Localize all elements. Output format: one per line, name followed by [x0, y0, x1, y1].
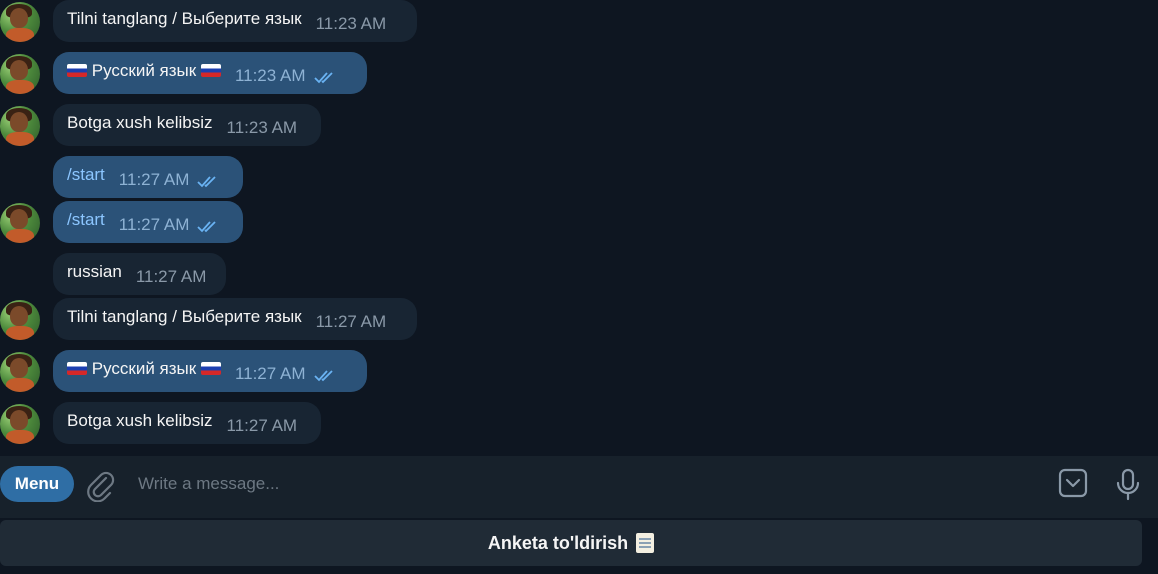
message-time: 11:27 AM — [315, 312, 387, 331]
message-time: 11:23 AM — [315, 14, 387, 33]
double-check-icon — [197, 176, 217, 188]
bot-avatar[interactable] — [0, 404, 40, 444]
bot-avatar[interactable] — [0, 2, 40, 42]
message-time: 11:23 AM — [226, 118, 298, 137]
russian-flag-icon — [200, 362, 221, 375]
russian-flag-icon — [67, 362, 87, 375]
message-time: 11:27 AM — [226, 416, 298, 435]
message-text: Botga xush kelibsiz — [67, 113, 213, 132]
russian-flag-icon — [67, 64, 87, 77]
message-bubble[interactable]: Botga xush kelibsiz 11:23 AM — [53, 104, 321, 146]
message-bubble[interactable]: Русский язык 11:23 AM — [53, 52, 367, 94]
russian-flag-icon — [200, 64, 221, 77]
bot-avatar[interactable] — [0, 300, 40, 340]
message-bubble[interactable]: /start 11:27 AM — [53, 156, 243, 198]
bot-command-link[interactable]: /start — [67, 165, 105, 185]
message-bubble[interactable]: Tilni tanglang / Выберите язык 11:27 AM — [53, 298, 417, 340]
message-input[interactable] — [136, 468, 1040, 500]
message-time: 11:27 AM — [118, 215, 190, 234]
user-avatar[interactable] — [0, 54, 40, 94]
message-bubble[interactable]: Русский язык 11:27 AM — [53, 350, 367, 392]
keyboard-button-anketa[interactable]: Anketa to'ldirish — [0, 520, 1142, 566]
keyboard-button-label: Anketa to'ldirish — [487, 532, 629, 553]
message-time: 11:27 AM — [135, 267, 207, 286]
message-time: 11:23 AM — [234, 66, 306, 85]
message-text: Botga xush kelibsiz — [67, 411, 213, 430]
message-bubble[interactable]: Tilni tanglang / Выберите язык 11:23 AM — [53, 0, 417, 42]
bot-reply-keyboard: Anketa to'ldirish — [0, 518, 1158, 574]
double-check-icon — [313, 72, 333, 84]
message-text: Русский язык — [67, 61, 221, 81]
message-text: Русский язык — [67, 359, 221, 379]
microphone-icon[interactable] — [1114, 468, 1142, 502]
double-check-icon — [197, 221, 217, 233]
message-text: russian — [67, 262, 122, 281]
bot-avatar[interactable] — [0, 106, 40, 146]
keyboard-toggle-icon[interactable] — [1058, 468, 1090, 498]
memo-emoji-icon — [636, 533, 655, 553]
menu-button[interactable]: Menu — [0, 466, 74, 502]
paperclip-icon[interactable] — [86, 470, 116, 502]
chat-history[interactable]: Tilni tanglang / Выберите язык 11:23 AM … — [0, 0, 1158, 456]
message-time: 11:27 AM — [234, 364, 306, 383]
message-bubble[interactable]: russian 11:27 AM — [53, 253, 226, 295]
double-check-icon — [313, 370, 333, 382]
message-time: 11:27 AM — [118, 170, 190, 189]
user-avatar[interactable] — [0, 203, 40, 243]
message-text: Tilni tanglang / Выберите язык — [67, 9, 302, 28]
user-avatar[interactable] — [0, 352, 40, 392]
message-text: Tilni tanglang / Выберите язык — [67, 307, 302, 326]
bot-command-link[interactable]: /start — [67, 210, 105, 230]
message-composer: Menu — [0, 456, 1158, 518]
message-bubble[interactable]: /start 11:27 AM — [53, 201, 243, 243]
message-bubble[interactable]: Botga xush kelibsiz 11:27 AM — [53, 402, 321, 444]
